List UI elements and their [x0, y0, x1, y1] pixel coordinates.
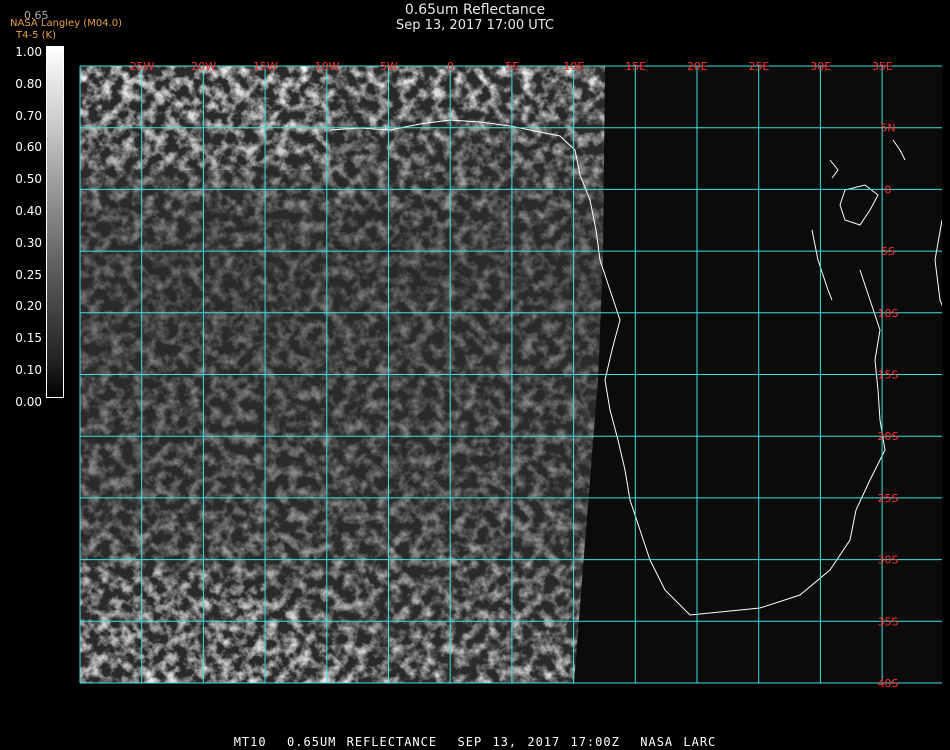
latitude-label: 10S	[878, 307, 899, 320]
longitude-label: 35E	[872, 60, 893, 73]
latitude-label: 5N	[880, 122, 895, 135]
longitude-label: 20E	[687, 60, 708, 73]
longitude-label: 30E	[810, 60, 831, 73]
latitude-label: 20S	[878, 430, 899, 443]
footer-caption: MT10 0.65UM REFLECTANCE SEP 13, 2017 17:…	[233, 735, 717, 749]
longitude-label: 15E	[625, 60, 646, 73]
longitude-label: 15W	[253, 60, 278, 73]
latitude-label: 5S	[881, 245, 895, 258]
latitude-label: 30S	[878, 554, 899, 567]
longitude-label: 10W	[315, 60, 340, 73]
longitude-label: 20W	[191, 60, 216, 73]
longitude-label: 0	[447, 60, 454, 73]
latitude-label: 15S	[878, 369, 899, 382]
latitude-label: 35S	[878, 615, 899, 628]
longitude-label: 5W	[380, 60, 398, 73]
longitude-label: 25E	[749, 60, 770, 73]
longitude-label: 5E	[505, 60, 519, 73]
latitude-label: 0	[885, 183, 892, 196]
latitude-label: 25S	[878, 492, 899, 505]
longitude-label: 25W	[130, 60, 155, 73]
satellite-map[interactable]: 25W 20W 15W 10W 5W 0 5E 10E 15E 20E 25E 30E 35E 5N 0 5…	[0, 0, 950, 750]
longitude-label: 10E	[563, 60, 584, 73]
latitude-label: 40S	[878, 677, 899, 690]
